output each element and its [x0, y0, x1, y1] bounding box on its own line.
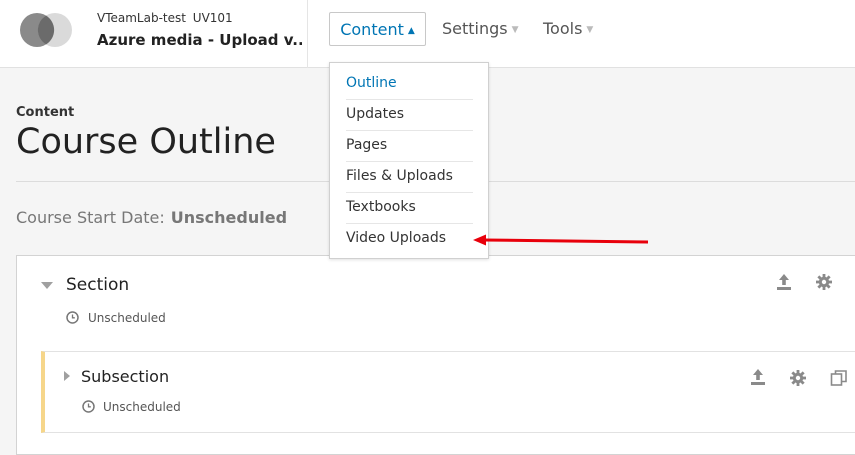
logo-icon[interactable]	[20, 13, 72, 47]
section-status: Unscheduled	[88, 311, 166, 325]
collapse-icon[interactable]	[40, 278, 54, 292]
publish-icon[interactable]	[775, 273, 793, 291]
duplicate-icon[interactable]	[830, 369, 848, 387]
page-subtitle: Content	[16, 105, 75, 120]
annotation-arrow-icon	[473, 234, 649, 246]
start-date-value[interactable]: Unscheduled	[171, 208, 287, 227]
nav-content-label: Content	[340, 20, 404, 39]
menu-item-pages[interactable]: Pages	[346, 130, 473, 162]
clock-icon	[82, 400, 95, 413]
content-dropdown-menu: Outline Updates Pages Files & Uploads Te…	[329, 62, 489, 259]
page-title: Course Outline	[16, 122, 276, 162]
section-title[interactable]: Section	[66, 275, 129, 295]
start-date-label: Course Start Date:	[16, 208, 165, 227]
nav-tools-label: Tools	[543, 19, 583, 38]
course-start-date: Course Start Date: Unscheduled	[16, 208, 287, 227]
publish-icon[interactable]	[749, 368, 767, 386]
expand-icon[interactable]	[62, 370, 72, 382]
subsection-status: Unscheduled	[103, 400, 181, 414]
menu-item-outline[interactable]: Outline	[346, 68, 473, 100]
course-number: UV101	[192, 11, 233, 25]
nav-settings-label: Settings	[442, 19, 508, 38]
caret-down-icon: ▼	[511, 25, 519, 35]
menu-item-files-uploads[interactable]: Files & Uploads	[346, 161, 473, 193]
course-org: VTeamLab-test	[97, 11, 186, 25]
clock-icon	[66, 311, 79, 324]
header-divider	[307, 0, 308, 68]
course-org-line: VTeamLab-test UV101	[97, 10, 302, 26]
course-title: Azure media - Upload v...	[97, 31, 302, 49]
caret-down-icon: ▼	[586, 25, 594, 35]
course-info[interactable]: VTeamLab-test UV101 Azure media - Upload…	[97, 10, 302, 49]
caret-up-icon: ▲	[407, 26, 415, 36]
gear-icon[interactable]	[789, 369, 807, 387]
menu-item-video-uploads[interactable]: Video Uploads	[346, 223, 473, 254]
course-header: VTeamLab-test UV101 Azure media - Upload…	[0, 0, 855, 68]
nav-content-button[interactable]: Content ▲	[329, 12, 426, 46]
menu-item-updates[interactable]: Updates	[346, 99, 473, 131]
subsection-title[interactable]: Subsection	[81, 367, 169, 386]
subsection-row	[41, 351, 855, 433]
nav-tools-button[interactable]: Tools ▼	[543, 12, 593, 46]
nav-settings-button[interactable]: Settings ▼	[442, 12, 519, 46]
gear-icon[interactable]	[815, 273, 833, 291]
menu-item-textbooks[interactable]: Textbooks	[346, 192, 473, 224]
